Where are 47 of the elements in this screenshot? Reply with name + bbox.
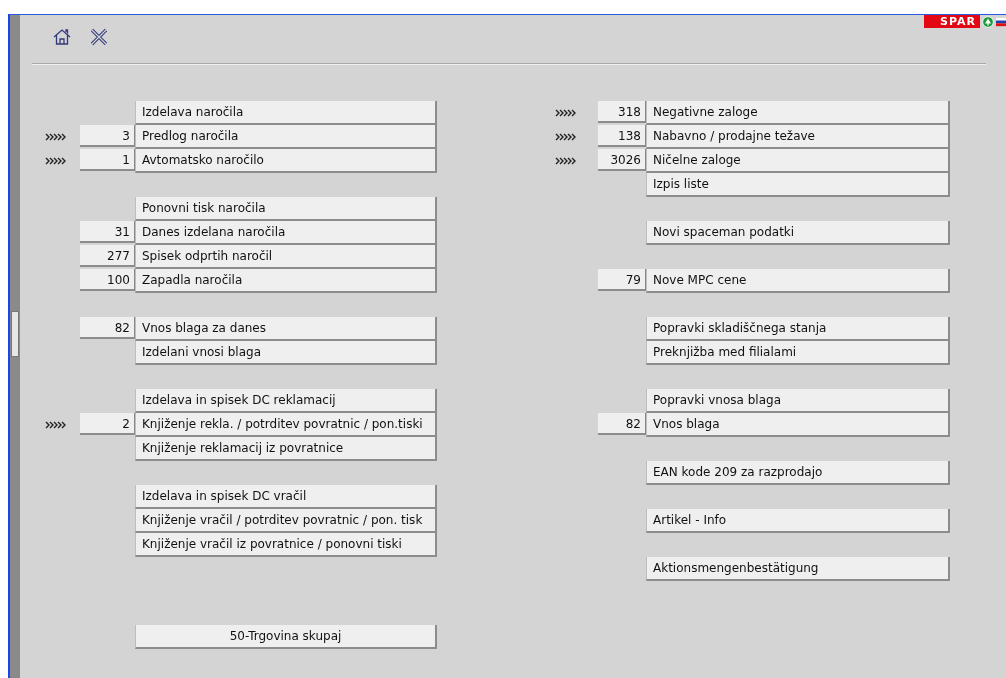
home-icon[interactable] (52, 27, 72, 47)
count-field: 82 (598, 413, 646, 435)
menu-button[interactable]: Novi spaceman podatki (646, 221, 950, 245)
menu-button[interactable]: Vnos blaga (646, 413, 950, 437)
menu-button[interactable]: Knjiženje reklamacij iz povratnice (135, 437, 437, 461)
count-field: 3026 (598, 149, 646, 171)
menu-button[interactable]: Nabavno / prodajne težave (646, 125, 950, 149)
menu-button[interactable]: Popravki skladiščnega stanja (646, 317, 950, 341)
menu-button[interactable]: Avtomatsko naročilo (135, 149, 437, 173)
count-field: 100 (80, 269, 135, 291)
menu-button[interactable]: Zapadla naročila (135, 269, 437, 293)
menu-button[interactable]: Ponovni tisk naročila (135, 197, 437, 221)
menu-button[interactable]: Vnos blaga za danes (135, 317, 437, 341)
menu-button[interactable]: Popravki vnosa blaga (646, 389, 950, 413)
menu-button[interactable]: Artikel - Info (646, 509, 950, 533)
menu-button[interactable]: Izdelava naročila (135, 101, 437, 125)
count-field: 2 (80, 413, 135, 435)
menu-button[interactable]: Danes izdelana naročila (135, 221, 437, 245)
menu-button[interactable]: Aktionsmengenbestätigung (646, 557, 950, 581)
count-field: 82 (80, 317, 135, 339)
menu-button[interactable]: Nove MPC cene (646, 269, 950, 293)
tree-icon (982, 15, 994, 28)
count-field: 318 (598, 101, 646, 123)
menu-button[interactable]: EAN kode 209 za razprodajo (646, 461, 950, 485)
flag-icon (996, 15, 1006, 28)
menu-button[interactable]: Preknjižba med filialami (646, 341, 950, 365)
menu-button[interactable]: Izdelava in spisek DC reklamacij (135, 389, 437, 413)
logo-text: SPAR (924, 15, 980, 28)
menu-button[interactable]: Ničelne zaloge (646, 149, 950, 173)
menu-button[interactable]: Izdelava in spisek DC vračil (135, 485, 437, 509)
close-icon[interactable] (89, 27, 109, 47)
menu-button[interactable]: Knjiženje rekla. / potrditev povratnic / pon.tiski (135, 413, 437, 437)
count-field: 3 (80, 125, 135, 147)
menu-button[interactable]: Izdelani vnosi blaga (135, 341, 437, 365)
count-field: 277 (80, 245, 135, 267)
menu-button[interactable]: Negativne zaloge (646, 101, 950, 125)
menu-button[interactable]: Izpis liste (646, 173, 950, 197)
count-field: 79 (598, 269, 646, 291)
menu-button[interactable]: 50-Trgovina skupaj (135, 625, 437, 649)
menu-button[interactable]: Knjiženje vračil / potrditev povratnic / pon. tisk (135, 509, 437, 533)
menu-button[interactable]: Spisek odprtih naročil (135, 245, 437, 269)
menu-button[interactable]: Knjiženje vračil iz povratnice / ponovni tiski (135, 533, 437, 557)
count-field: 1 (80, 149, 135, 171)
splitter-handle[interactable] (11, 311, 19, 357)
menu-button[interactable]: Predlog naročila (135, 125, 437, 149)
count-field: 138 (598, 125, 646, 147)
count-field: 31 (80, 221, 135, 243)
